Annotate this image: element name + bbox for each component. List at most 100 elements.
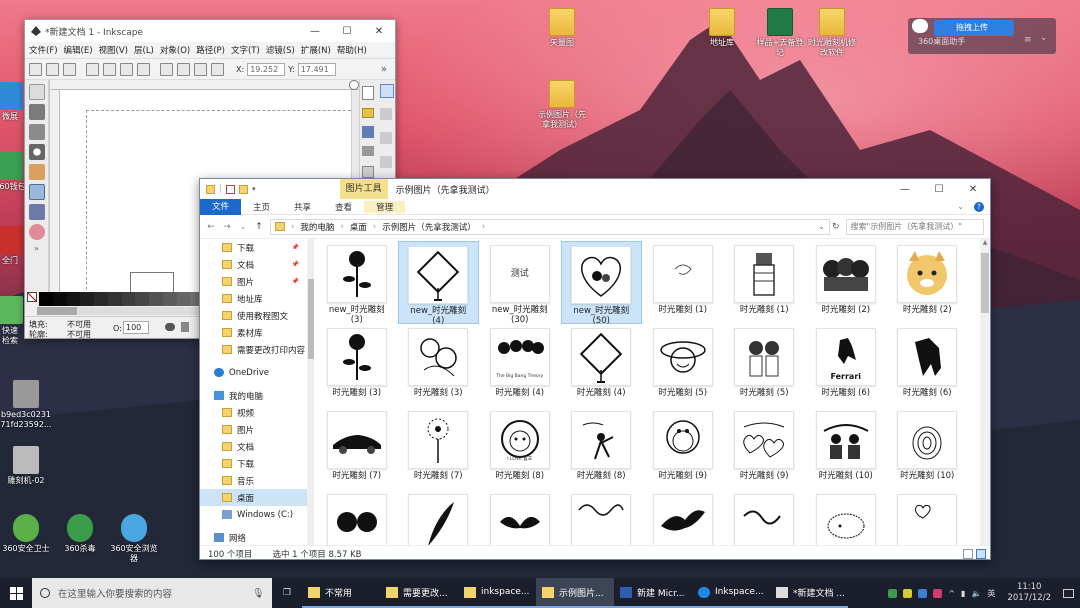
file-item[interactable]: 时光雕刻 (5) [724,324,806,407]
explorer-titlebar[interactable]: | ▾ 图片工具 示例图片（先拿我测试） — ☐ ✕ [200,179,990,199]
menu-item[interactable]: 视图(V) [99,44,128,56]
file-item[interactable]: 时光雕刻 (2) [805,241,887,324]
taskbar-app-button[interactable]: 不常用 [302,578,380,608]
tray-app-icon[interactable] [933,588,943,598]
file-item[interactable]: 时光雕刻 (7) [398,407,480,490]
file-view-scrollbar[interactable]: ▲ [980,239,990,545]
tab-home[interactable]: 主页 [241,201,282,213]
picture-tools-tab[interactable]: 图片工具 [339,179,388,199]
menu-item[interactable]: 扩展(N) [301,44,331,56]
file-item[interactable]: 时光雕刻 (3) [316,324,398,407]
file-item[interactable]: new_时光雕刻 (50) [560,241,642,326]
clock[interactable]: 11:10 2017/12/2 [1001,582,1057,604]
menu-item[interactable]: 帮助(H) [337,44,367,56]
file-item[interactable]: 时光雕刻 (7) [316,407,398,490]
color-swatch[interactable] [52,292,67,306]
desktop-icon[interactable]: 360安全浏览 器 [102,514,166,564]
color-swatch[interactable] [94,292,108,306]
file-item[interactable]: Ferrari 时光雕刻 (6) [805,324,887,407]
nav-item[interactable]: 音乐 [200,472,307,489]
import-icon[interactable] [362,166,374,178]
tweak-tool-icon[interactable] [28,124,45,140]
file-item[interactable]: 时光雕刻 (9) [724,407,806,490]
menu-item[interactable]: 路径(P) [196,44,225,56]
color-swatch[interactable] [149,292,163,306]
zoom-tool-icon[interactable] [28,144,45,160]
snap-bbox-icon[interactable] [380,108,392,120]
flip-vertical-icon[interactable] [137,62,150,76]
input-method-indicator[interactable]: 英 [987,588,995,599]
desktop-assistant-widget[interactable]: 拖拽上传 360桌面助手 ≡ ⌄ [908,18,1056,54]
nav-item[interactable]: 文档 📌 [200,256,307,273]
expand-ribbon-icon[interactable]: ⌄ [957,202,964,211]
nav-item[interactable]: 素材库 [200,324,307,341]
drag-upload-button[interactable]: 拖拽上传 [934,20,1014,36]
color-swatch[interactable] [176,292,191,306]
taskbar-app-button[interactable]: 新建 Micr... [614,578,692,608]
color-swatch[interactable] [107,292,122,306]
file-item[interactable] [479,490,561,545]
tray-app-icon[interactable] [888,588,898,598]
3d-box-tool-icon[interactable] [28,204,45,220]
file-item[interactable] [887,490,969,545]
widget-collapse-icon[interactable]: ⌄ [1040,33,1048,43]
help-icon[interactable]: ? [974,201,984,212]
up-arrow-icon[interactable]: ↑ [254,222,264,232]
color-swatch[interactable] [162,292,177,306]
back-arrow-icon[interactable]: ← [206,222,216,232]
file-item[interactable] [398,490,480,545]
nav-item[interactable]: 我的电脑 [200,387,307,404]
toolbox-overflow-icon[interactable]: » [25,244,48,253]
rotate-cw-icon[interactable] [103,62,116,76]
large-icons-view-icon[interactable] [976,548,986,559]
close-button[interactable]: ✕ [363,26,395,37]
taskbar-app-button[interactable]: Inkspace... [692,578,770,608]
notifications-icon[interactable] [1063,588,1074,598]
opacity-input[interactable]: 100 [123,321,149,334]
color-swatch[interactable] [39,292,53,306]
address-dropdown-icon[interactable]: ⌄ [818,222,829,232]
nav-item[interactable]: 图片 [200,421,307,438]
snap-toggle-icon[interactable] [380,84,394,98]
layer-visibility-icon[interactable] [165,323,175,331]
new-folder-icon[interactable] [239,184,249,194]
file-item[interactable]: 时光雕刻 (10) [887,407,969,490]
desktop-icon[interactable]: 时光雕刻机修 改软件 [800,8,864,58]
select-all-icon[interactable] [29,62,42,76]
file-item[interactable]: 时光雕刻 (3) [398,324,480,407]
open-document-icon[interactable] [362,108,374,118]
search-input[interactable]: 搜索"示例图片（先拿我测试）" [845,218,984,235]
file-item[interactable]: 时光雕刻 (9) [642,407,724,490]
menu-item[interactable]: 滤镜(S) [266,44,295,56]
nav-item[interactable]: Windows (C:) [200,506,307,523]
file-item[interactable] [642,490,724,545]
inkscape-titlebar[interactable]: *新建文档 1 - Inkscape — ☐ ✕ [25,20,395,42]
menu-item[interactable]: 文字(T) [231,44,260,56]
save-document-icon[interactable] [362,126,374,138]
color-swatch[interactable] [121,292,136,306]
rotate-ccw-icon[interactable] [86,62,99,76]
scroll-up-icon[interactable]: ▲ [980,239,990,246]
tray-app-icon[interactable] [903,588,913,598]
color-swatch[interactable] [135,292,150,306]
nav-item[interactable]: 下载 [200,455,307,472]
deselect-icon[interactable] [63,62,76,76]
desktop-icon[interactable]: b9ed3c0231 71fd23592... [0,380,58,430]
file-item[interactable] [724,490,806,545]
nav-item[interactable]: 文档 [200,438,307,455]
file-item[interactable]: 时光雕刻 (1) [642,241,724,324]
refresh-icon[interactable]: ↻ [832,222,840,232]
close-button[interactable]: ✕ [956,184,990,195]
nav-item[interactable]: 下载 📌 [200,239,307,256]
navigation-scrollbar[interactable] [308,239,314,545]
raise-icon[interactable] [177,62,190,76]
windows-start-icon[interactable] [0,578,32,608]
file-item[interactable]: 时光雕刻 (4) [561,324,643,407]
node-tool-icon[interactable] [28,104,45,120]
maximize-button[interactable]: ☐ [331,26,363,37]
file-item[interactable] [316,490,398,545]
nav-item[interactable]: 使用教程图文 [200,307,307,324]
menu-item[interactable]: 文件(F) [29,44,58,56]
menu-item[interactable]: 对象(O) [160,44,190,56]
volume-icon[interactable]: 🔈 [971,589,981,598]
